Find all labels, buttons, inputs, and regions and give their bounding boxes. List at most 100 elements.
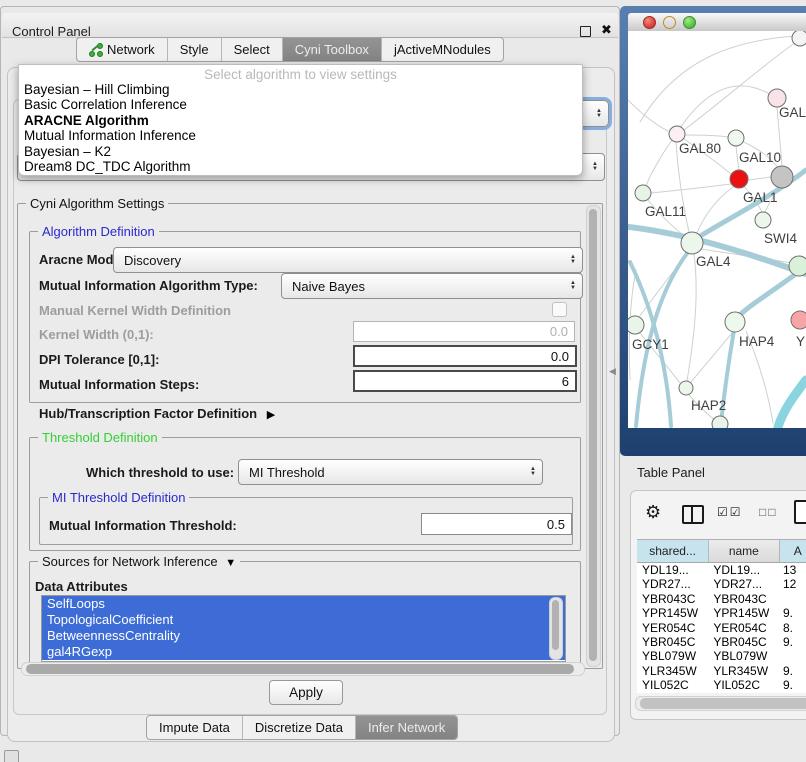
table-row[interactable]: YPR145WYPR145W9.	[637, 606, 806, 620]
settings-hscrollbar-thumb[interactable]	[26, 664, 574, 674]
network-node[interactable]	[792, 31, 806, 46]
table-row[interactable]: YBR045CYBR045C9.	[637, 635, 806, 649]
expand-right-icon[interactable]: ▶	[267, 409, 275, 421]
mi-threshold-field[interactable]: 0.5	[421, 513, 572, 535]
mi-threshold-value: 0.5	[547, 517, 565, 532]
table-row[interactable]: YDR27...YDR27...12	[637, 577, 806, 591]
tab-cyni-toolbox[interactable]: Cyni Toolbox	[283, 38, 382, 61]
mi-threshold-group-title: MI Threshold Definition	[48, 490, 189, 505]
network-node-hap4[interactable]	[725, 312, 745, 332]
column-header[interactable]: name	[709, 540, 779, 562]
mi-steps-field[interactable]: 6	[353, 370, 577, 392]
control-panel-titlebar[interactable]: Control Panel ✖	[2, 13, 618, 38]
network-canvas[interactable]: GALGAL80GAL10GAL1GAL11SWI4GAL4GCY1HAP4YH…	[628, 31, 806, 428]
tab-select[interactable]: Select	[222, 38, 283, 61]
tab-network[interactable]: Network	[77, 38, 168, 61]
algorithm-option[interactable]: Bayesian – K2	[19, 144, 582, 159]
apply-button[interactable]: Apply	[269, 680, 343, 705]
manual-kernel-label: Manual Kernel Width Definition	[39, 303, 231, 318]
table-row[interactable]: YBR043CYBR043C	[637, 592, 806, 606]
float-window-icon[interactable]	[580, 26, 591, 37]
table-row[interactable]: YBL079WYBL079W	[637, 649, 806, 663]
combo-stepper-icon: ▲▼	[596, 109, 602, 119]
tab-label: Cyni Toolbox	[295, 42, 369, 57]
mi-type-combobox[interactable]: Naive Bayes ▲▼	[281, 273, 583, 299]
grid-icon[interactable]	[4, 750, 19, 762]
table-hscrollbar-thumb[interactable]	[640, 698, 806, 709]
data-attribute-item[interactable]: gal4RGexp	[42, 644, 565, 660]
sources-title[interactable]: Sources for Network Inference ▼	[38, 554, 240, 569]
tab-discretize-data[interactable]: Discretize Data	[243, 716, 356, 739]
network-edge	[628, 100, 668, 131]
algorithm-option[interactable]: ARACNE Algorithm	[19, 113, 582, 128]
table-cell: YDL19...	[708, 563, 778, 577]
network-node-gcy1[interactable]	[628, 316, 644, 334]
aracne-mode-combobox[interactable]: Discovery ▲▼	[113, 247, 583, 273]
tab-infer-network[interactable]: Infer Network	[356, 716, 457, 739]
which-threshold-combobox[interactable]: MI Threshold ▲▼	[238, 459, 543, 485]
hub-definition-label[interactable]: Hub/Transcription Factor Definition ▶	[39, 406, 275, 421]
column-header[interactable]: shared...	[637, 540, 709, 562]
network-node[interactable]	[789, 256, 806, 276]
data-attribute-item[interactable]: SelfLoops	[42, 596, 565, 612]
network-edge	[687, 254, 696, 381]
mi-steps-label: Mutual Information Steps:	[39, 377, 199, 392]
network-node-y[interactable]	[791, 311, 806, 329]
table-hscrollbar[interactable]	[635, 696, 806, 711]
network-edge	[651, 184, 731, 193]
network-node[interactable]	[712, 416, 728, 428]
table-row[interactable]: YLR345WYLR345W9.	[637, 664, 806, 678]
algorithm-option[interactable]: Mutual Information Inference	[19, 128, 582, 143]
gear-icon[interactable]: ⚙	[645, 502, 661, 523]
manual-kernel-checkbox[interactable]	[552, 302, 567, 317]
table-row[interactable]: YIL052CYIL052C9.	[637, 678, 806, 692]
attributes-list-scrollbar[interactable]	[549, 597, 563, 660]
dpi-tolerance-field[interactable]: 0.0	[353, 345, 577, 367]
window-minimize-button[interactable]	[663, 16, 676, 29]
settings-hscrollbar[interactable]	[21, 662, 585, 676]
table-cell: 12	[778, 577, 806, 591]
table-cell: YDR27...	[637, 577, 708, 591]
network-node-gal11[interactable]	[635, 185, 651, 201]
attributes-list-scrollbar-thumb[interactable]	[552, 600, 559, 650]
unchecked-checkboxes-icon[interactable]: □□	[759, 505, 778, 519]
tab-impute-data[interactable]: Impute Data	[147, 716, 243, 739]
algorithm-dropdown-popup: Select algorithm to view settings Bayesi…	[18, 64, 583, 176]
close-icon[interactable]: ✖	[601, 22, 617, 38]
table-cell: YPR145W	[708, 606, 778, 620]
split-columns-icon[interactable]	[682, 505, 704, 524]
table-header-row: shared...nameA	[637, 539, 806, 563]
tab-label: Impute Data	[159, 720, 230, 735]
tab-label: Select	[234, 42, 270, 57]
table-row[interactable]: YDL19...YDL19...13	[637, 563, 806, 577]
node-label: GAL10	[739, 150, 781, 165]
algorithm-option[interactable]: Bayesian – Hill Climbing	[19, 82, 582, 97]
document-icon[interactable]	[794, 500, 806, 524]
settings-scrollbar[interactable]	[586, 205, 601, 667]
column-header[interactable]: A	[780, 540, 806, 562]
algorithm-option[interactable]: Dream8 DC_TDC Algorithm	[19, 159, 582, 174]
table-cell: YLR345W	[637, 664, 708, 678]
network-node-gal80[interactable]	[669, 126, 685, 142]
kernel-width-field[interactable]: 0.0	[353, 321, 575, 342]
network-node-swi4[interactable]	[755, 212, 771, 228]
tab-style[interactable]: Style	[168, 38, 222, 61]
settings-scrollbar-thumb[interactable]	[589, 209, 597, 661]
collapse-down-icon[interactable]: ▼	[225, 557, 236, 569]
table-cell: YDR27...	[708, 577, 778, 591]
window-zoom-button[interactable]	[683, 16, 696, 29]
network-node-hap2[interactable]	[679, 381, 693, 395]
algorithm-option[interactable]: Basic Correlation Inference	[19, 97, 582, 112]
data-attribute-item[interactable]: BetweennessCentrality	[42, 628, 565, 644]
network-node-gal1[interactable]	[730, 170, 748, 188]
network-node-gal4[interactable]	[681, 232, 703, 254]
network-node[interactable]	[771, 166, 793, 188]
table-row[interactable]: YER054CYER054C8.	[637, 621, 806, 635]
network-node-gal10[interactable]	[728, 130, 744, 146]
window-close-button[interactable]	[643, 16, 656, 29]
tab-jactivemnodules[interactable]: jActiveMNodules	[382, 38, 503, 61]
data-attribute-item[interactable]: TopologicalCoefficient	[42, 612, 565, 628]
panel-collapse-arrow-icon[interactable]: ◀	[609, 366, 616, 377]
algorithm-definition-title: Algorithm Definition	[38, 224, 159, 239]
checked-checkboxes-icon[interactable]: ☑☑	[717, 505, 743, 519]
